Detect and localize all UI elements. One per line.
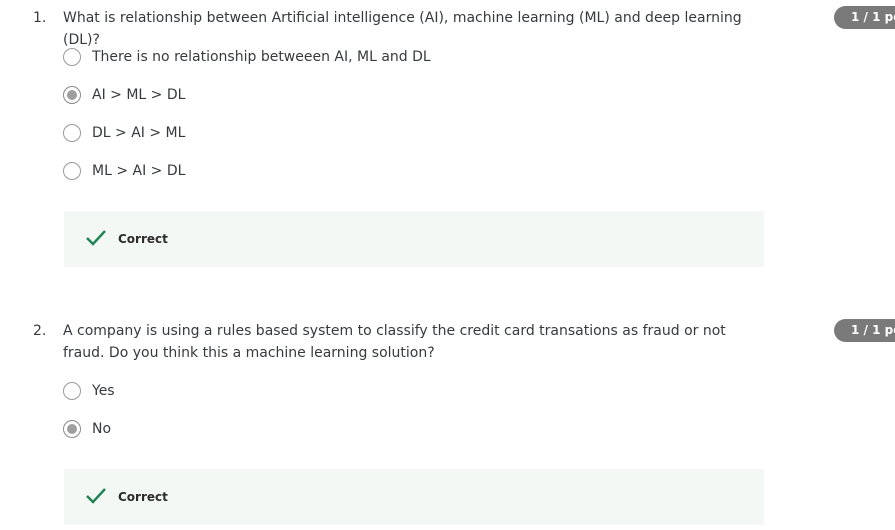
points-badge: 1 / 1 point	[834, 6, 895, 29]
option-label: DL > AI > ML	[92, 125, 186, 141]
checkmark-icon	[86, 230, 106, 246]
checkmark-icon	[86, 488, 106, 504]
points-badge: 1 / 1 point	[834, 319, 895, 342]
radio-button[interactable]	[63, 382, 81, 400]
radio-button-selected[interactable]	[63, 420, 81, 438]
radio-button-selected[interactable]	[63, 86, 81, 104]
option-label: There is no relationship betweeen AI, ML…	[92, 49, 431, 65]
option-1-3[interactable]: DL > AI > ML	[63, 123, 185, 143]
question-text: What is relationship between Artificial …	[63, 10, 742, 48]
option-2-1[interactable]: Yes	[63, 381, 115, 401]
feedback-box: Correct	[64, 211, 764, 267]
radio-button[interactable]	[63, 162, 81, 180]
option-label: ML > AI > DL	[92, 163, 186, 179]
option-1-1[interactable]: There is no relationship betweeen AI, ML…	[63, 47, 431, 67]
option-1-2[interactable]: AI > ML > DL	[63, 85, 185, 105]
question-text: A company is using a rules based system …	[63, 323, 726, 361]
option-1-4[interactable]: ML > AI > DL	[63, 161, 185, 181]
option-label: Yes	[92, 383, 115, 399]
question-number: 1.	[33, 10, 47, 26]
option-label: No	[92, 421, 112, 437]
radio-button[interactable]	[63, 124, 81, 142]
question-number: 2.	[33, 323, 47, 339]
option-2-2[interactable]: No	[63, 419, 111, 439]
feedback-label: Correct	[118, 490, 168, 504]
radio-button[interactable]	[63, 48, 81, 66]
option-label: AI > ML > DL	[92, 87, 186, 103]
feedback-box: Correct	[64, 469, 764, 525]
feedback-label: Correct	[118, 232, 168, 246]
